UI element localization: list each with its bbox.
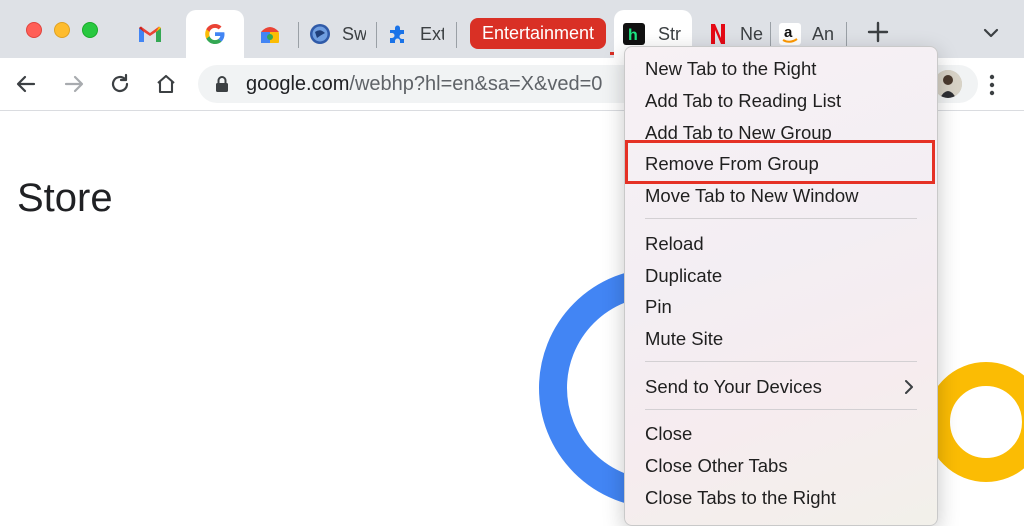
- menu-item-new-tab-right[interactable]: New Tab to the Right: [645, 58, 816, 80]
- svg-text:a: a: [784, 24, 793, 41]
- tab-separator: [298, 22, 299, 48]
- profile-avatar[interactable]: [934, 70, 962, 98]
- lock-icon[interactable]: [214, 75, 230, 93]
- chrome-web-store-icon: [258, 22, 282, 46]
- menu-item-close-tabs-right[interactable]: Close Tabs to the Right: [645, 487, 836, 509]
- tab-title: Ext: [420, 23, 444, 44]
- tab-search-chevron-icon[interactable]: [980, 22, 1002, 44]
- svg-text:h: h: [628, 27, 638, 44]
- tab-gmail[interactable]: [138, 10, 180, 58]
- menu-item-close[interactable]: Close: [645, 423, 692, 445]
- tab-group-chip[interactable]: Entertainment: [470, 18, 606, 49]
- menu-item-remove-from-group[interactable]: Remove From Group: [645, 153, 819, 175]
- netflix-icon: [706, 22, 730, 46]
- tab-title: Str: [658, 23, 682, 44]
- menu-item-close-other-tabs[interactable]: Close Other Tabs: [645, 455, 788, 477]
- tab-separator: [770, 22, 771, 48]
- url-path: /webhp?hl=en&sa=X&ved=0: [349, 73, 603, 95]
- menu-item-add-to-new-group[interactable]: Add Tab to New Group: [645, 122, 832, 144]
- tab-separator: [846, 22, 847, 48]
- reload-icon[interactable]: [108, 72, 132, 96]
- tab-swift[interactable]: Sw: [308, 10, 370, 58]
- chevron-right-icon: [905, 380, 913, 394]
- home-icon[interactable]: [154, 72, 178, 96]
- back-arrow-icon[interactable]: [14, 72, 38, 96]
- tab-extensions[interactable]: Ext: [386, 10, 448, 58]
- menu-item-pin[interactable]: Pin: [645, 296, 672, 318]
- extension-puzzle-icon: [386, 22, 410, 46]
- page-title: Store: [17, 176, 113, 220]
- menu-item-add-to-reading-list[interactable]: Add Tab to Reading List: [645, 90, 841, 112]
- more-menu-icon[interactable]: [982, 72, 1002, 98]
- yellow-ring-graphic: [926, 362, 1024, 482]
- forward-arrow-icon[interactable]: [62, 72, 86, 96]
- maximize-window-button[interactable]: [82, 22, 98, 38]
- tab-separator: [456, 22, 457, 48]
- menu-item-reload[interactable]: Reload: [645, 233, 704, 255]
- menu-item-move-to-new-window[interactable]: Move Tab to New Window: [645, 185, 859, 207]
- swift-icon: [308, 22, 332, 46]
- minimize-window-button[interactable]: [54, 22, 70, 38]
- new-tab-plus-icon[interactable]: [866, 20, 890, 44]
- menu-separator: [645, 409, 917, 410]
- tab-context-menu: New Tab to the Right Add Tab to Reading …: [624, 46, 938, 526]
- tab-title: An: [812, 23, 834, 44]
- tab-title: Ne: [740, 23, 764, 44]
- amazon-icon: a: [778, 22, 802, 46]
- menu-item-send-to-devices[interactable]: Send to Your Devices: [645, 376, 822, 398]
- url-text: google.com/webhp?hl=en&sa=X&ved=0: [246, 73, 602, 96]
- tab-google[interactable]: [186, 10, 244, 58]
- menu-separator: [645, 218, 917, 219]
- gmail-icon: [138, 22, 162, 46]
- url-host: google.com: [246, 73, 350, 95]
- menu-item-mute-site[interactable]: Mute Site: [645, 328, 723, 350]
- menu-item-duplicate[interactable]: Duplicate: [645, 265, 722, 287]
- tab-web-store[interactable]: [258, 10, 288, 58]
- tab-separator: [376, 22, 377, 48]
- menu-separator: [645, 361, 917, 362]
- tab-title: Sw: [342, 23, 366, 44]
- hulu-h-icon: h: [622, 22, 646, 46]
- close-window-button[interactable]: [26, 22, 42, 38]
- google-icon: [203, 22, 227, 46]
